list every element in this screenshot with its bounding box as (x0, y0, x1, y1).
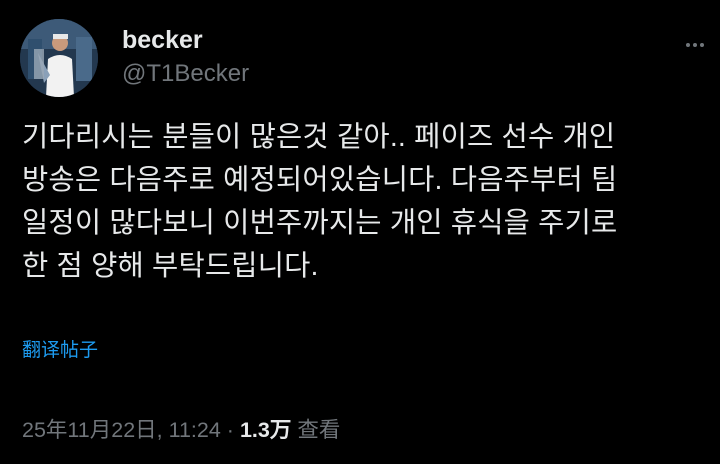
tweet-meta: 25年11月22日, 11:24 · 1.3万 查看 (22, 414, 340, 446)
more-icon (686, 43, 704, 47)
author-handle[interactable]: @T1Becker (122, 57, 249, 91)
views-label: 查看 (297, 418, 341, 442)
tweet-timestamp[interactable]: 25年11月22日, 11:24 (22, 418, 221, 442)
tweet-card: becker @T1Becker 기다리시는 분들이 많은것 같아.. 페이즈 … (0, 0, 720, 464)
views-count: 1.3万 (239, 418, 292, 442)
tweet-text-line: 일정이 많다보니 이번주까지는 개인 휴식을 주기로 (22, 207, 618, 239)
translate-post-link[interactable]: 翻译帖子 (22, 338, 98, 364)
tweet-text: 기다리시는 분들이 많은것 같아.. 페이즈 선수 개인 방송은 다음주로 예정… (22, 116, 712, 288)
avatar[interactable] (20, 19, 98, 97)
meta-separator: · (226, 418, 234, 442)
more-options-button[interactable] (680, 30, 710, 60)
tweet-text-line: 방송은 다음주로 예정되어있습니다. 다음주부터 팀 (22, 164, 618, 196)
author-names: becker @T1Becker (122, 25, 249, 91)
tweet-text-line: 기다리시는 분들이 많은것 같아.. 페이즈 선수 개인 (22, 121, 616, 153)
author-display-name[interactable]: becker (122, 25, 249, 55)
tweet-header: becker @T1Becker (20, 18, 249, 98)
tweet-text-line: 한 점 양해 부탁드립니다. (22, 250, 319, 282)
avatar-image (20, 19, 98, 97)
